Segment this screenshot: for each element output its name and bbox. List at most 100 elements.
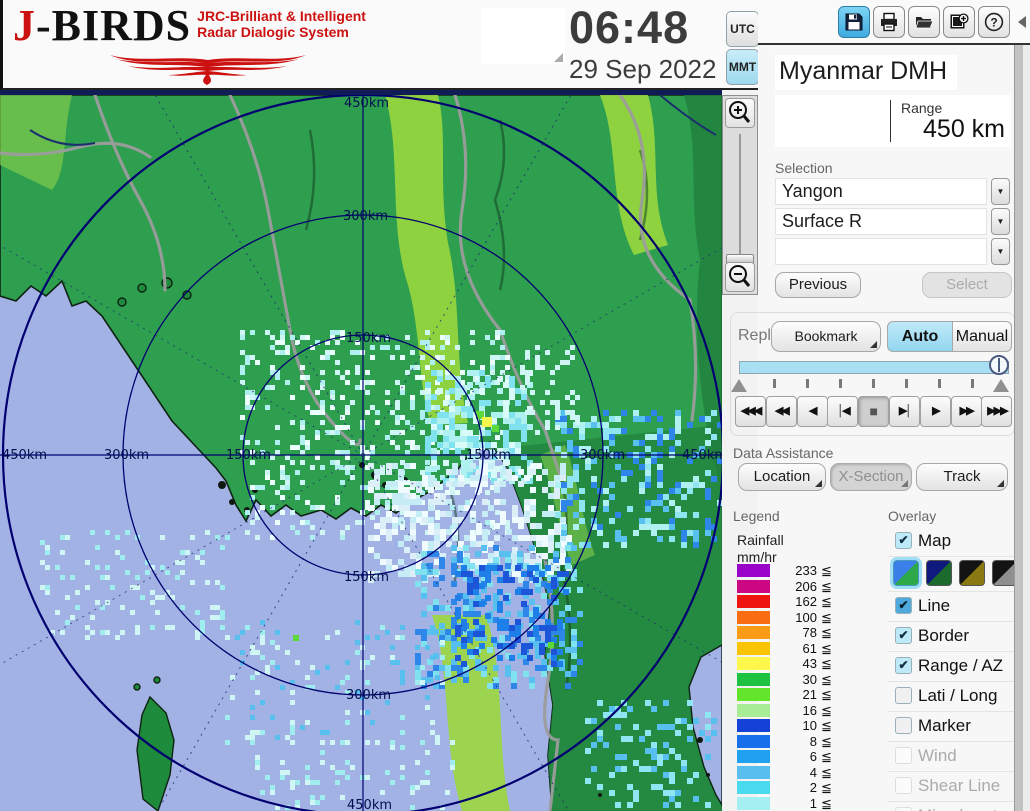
legend-lte-symbol: ≦ [821, 718, 832, 733]
legend-value: 8 [809, 733, 817, 749]
panel-collapse-arrow-icon[interactable] [1018, 16, 1026, 28]
playback-skip-to-end-button[interactable]: ▶│ [889, 396, 920, 427]
timezone-mmt-button[interactable]: MMT [726, 49, 759, 85]
playback-step-back-button[interactable]: ◀ [796, 396, 828, 427]
playback-play-button[interactable]: ▶ [919, 396, 951, 427]
range-ring-label: 300km [104, 448, 149, 463]
slider-tick [938, 379, 941, 388]
select-button[interactable]: Select [922, 272, 1012, 298]
legend-lte-symbol: ≦ [821, 625, 832, 640]
overlay-row: ✔ Border [888, 622, 1014, 652]
jbirds-application-window: 450km 300km 150km 450km 300km 150km 150km 300km… [0, 0, 1030, 811]
playback-rewind-fastest-button[interactable]: ◀◀◀ [735, 396, 766, 427]
checkbox-line[interactable]: ✔ [895, 597, 912, 614]
legend-color-swatch [737, 688, 770, 701]
checkbox-map[interactable]: ✔ [895, 532, 912, 549]
legend-color-swatch [737, 579, 770, 593]
checkbox-range-az[interactable]: ✔ [895, 657, 912, 674]
checkbox-lati-long[interactable] [895, 687, 912, 704]
checkbox-wind [895, 747, 912, 764]
overlay-row: Shear Line [888, 772, 1014, 802]
track-button[interactable]: Track [916, 463, 1008, 491]
playback-controls: ◀◀◀ ◀◀ ◀ │◀ ■ ▶│ ▶ ▶▶ ▶▶▶ [735, 396, 1013, 428]
overlay-row: ✔ Map [888, 527, 1014, 557]
playback-stop-button[interactable]: ■ [858, 396, 890, 427]
legend-value: 100 [795, 609, 817, 625]
site-dropdown-value[interactable]: Yangon [775, 178, 987, 205]
legend-value: 78 [802, 625, 817, 640]
map-style-terrain-color[interactable] [890, 557, 922, 589]
map-style-terrain-dark[interactable] [926, 560, 952, 586]
map-top-border [0, 90, 722, 95]
legend-row: 21 ≦ [737, 687, 867, 703]
legend-lte-symbol: ≦ [821, 702, 832, 718]
zoom-out-button[interactable] [725, 262, 755, 292]
radar-map-svg: 450km 300km 150km 450km 300km 150km 150km 300km… [0, 90, 722, 811]
legend-row: 162 ≦ [737, 594, 867, 610]
replay-slider-track[interactable] [739, 361, 1009, 374]
help-icon: ? [984, 12, 1004, 32]
legend-lte-symbol: ≦ [821, 687, 832, 702]
location-button[interactable]: Location [738, 463, 826, 491]
range-ring-label: 450km [344, 96, 389, 111]
zoom-in-button[interactable] [725, 98, 755, 128]
overlay-row: ✔ Line [888, 592, 1014, 622]
legend-row: 100 ≦ [737, 610, 867, 626]
legend-value: 16 [802, 702, 817, 718]
replay-auto-button[interactable]: Auto [887, 321, 953, 352]
button-label: Location [753, 468, 811, 485]
slider-tick [872, 379, 875, 388]
logo-tagline: JRC-Brilliant & Intelligent Radar Dialogi… [197, 8, 366, 40]
overlay-label: Line [918, 596, 951, 615]
option-dropdown-button[interactable]: ▼ [991, 238, 1010, 265]
legend-lte-symbol: ≦ [821, 640, 832, 656]
playback-skip-to-start-button[interactable]: │◀ [827, 396, 859, 427]
range-ring-label: 300km [346, 688, 391, 703]
previous-button[interactable]: Previous [775, 272, 861, 298]
overlay-label: Wind [918, 746, 957, 765]
product-dropdown-value[interactable]: Surface R [775, 208, 987, 235]
slider-start-marker-icon[interactable] [731, 379, 747, 392]
playback-forward-fastest-button[interactable]: ▶▶▶ [981, 396, 1013, 427]
playback-rewind-fast-button[interactable]: ◀◀ [765, 396, 797, 427]
open-folder-button[interactable] [908, 6, 940, 38]
overlay-row: ✔ Range / AZ [888, 652, 1014, 682]
x-section-button[interactable]: X-Section [830, 463, 912, 491]
corner-fold-icon [997, 480, 1004, 487]
legend-lte-symbol: ≦ [821, 609, 832, 625]
help-button[interactable]: ? [978, 6, 1010, 38]
checkbox-border[interactable]: ✔ [895, 627, 912, 644]
rainfall-legend: 233 ≦ 206 ≦ 162 ≦ 100 ≦ 78 ≦ 61 ≦ 43 ≦ 3… [737, 563, 867, 811]
site-dropdown-button[interactable]: ▼ [991, 178, 1010, 205]
option-dropdown-value[interactable] [775, 238, 987, 265]
legend-value: 4 [809, 764, 817, 780]
legend-value: 1 [809, 795, 817, 811]
map-style-terrain-olive[interactable] [959, 560, 985, 586]
legend-row: 43 ≦ [737, 656, 867, 672]
overlay-label: Lati / Long [918, 686, 998, 705]
range-ring-label: 450km [347, 798, 392, 811]
legend-lte-symbol: ≦ [821, 563, 832, 578]
checkbox-marker[interactable] [895, 717, 912, 734]
legend-value: 43 [802, 656, 817, 671]
open-folder-icon [915, 17, 934, 29]
replay-manual-button[interactable]: Manual [952, 321, 1012, 352]
checkbox-microburst [895, 807, 912, 811]
print-button[interactable] [873, 6, 905, 38]
radar-map-display[interactable]: 450km 300km 150km 450km 300km 150km 150km 300km… [0, 90, 722, 811]
replay-slider-handle[interactable] [989, 355, 1009, 375]
chevron-down-icon: ▼ [996, 217, 1005, 226]
logo-title: J-BIRDS [13, 1, 192, 50]
timezone-utc-button[interactable]: UTC [726, 11, 759, 47]
save-icon [845, 13, 863, 31]
map-style-swatches [888, 557, 1018, 592]
product-dropdown-button[interactable]: ▼ [991, 208, 1010, 235]
slider-end-marker-icon[interactable] [993, 379, 1009, 392]
save-button[interactable] [838, 6, 870, 38]
map-zoom-control [722, 95, 758, 295]
zoom-out-icon [729, 265, 751, 287]
bookmark-button[interactable]: Bookmark [771, 321, 881, 352]
add-image-button[interactable] [943, 6, 975, 38]
playback-forward-fast-button[interactable]: ▶▶ [950, 396, 982, 427]
status-display-box [481, 8, 565, 64]
